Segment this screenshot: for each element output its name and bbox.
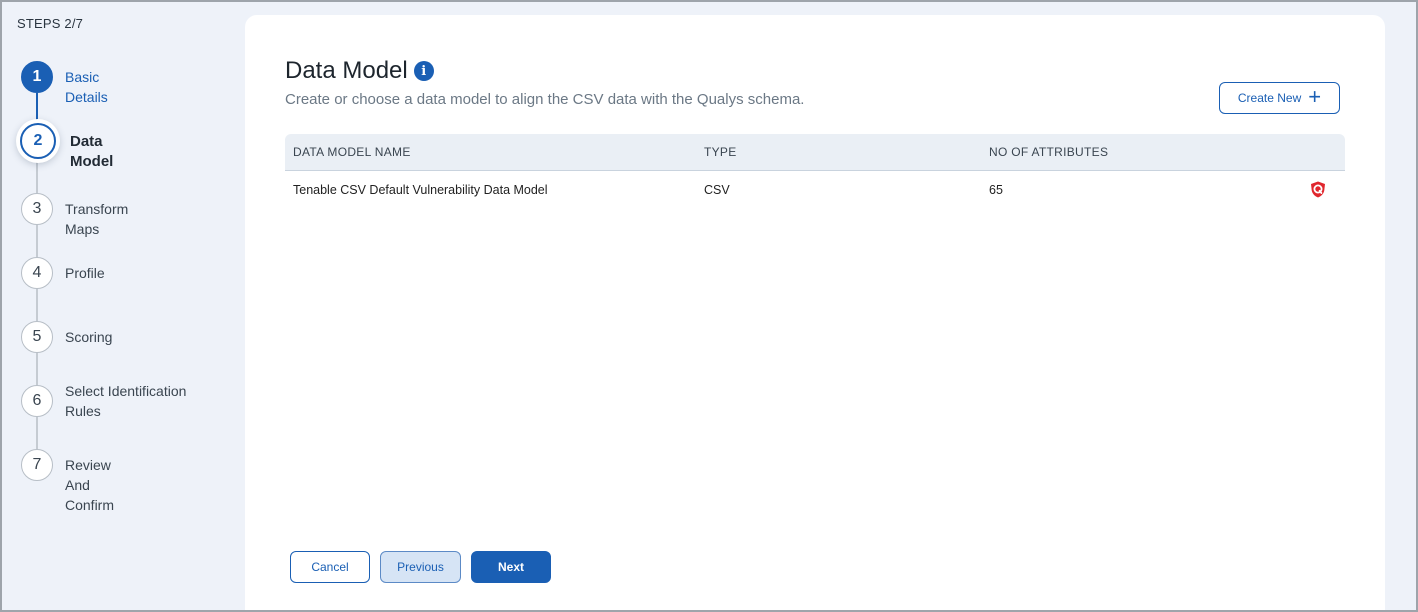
create-new-label: Create New (1237, 91, 1302, 105)
step-connector (36, 353, 38, 385)
step-1-label[interactable]: Basic Details (65, 67, 108, 107)
create-new-button[interactable]: Create New + (1219, 82, 1340, 114)
step-5-indicator[interactable]: 5 (21, 321, 53, 353)
step-2-indicator[interactable]: 2 (20, 123, 56, 159)
step-3-label[interactable]: Transform Maps (65, 199, 128, 239)
plus-icon: + (1308, 84, 1322, 109)
steps-counter: STEPS 2/7 (17, 16, 84, 31)
page-title: Data Model i (285, 57, 434, 85)
step-connector (36, 289, 38, 321)
cell-data-model-name: Tenable CSV Default Vulnerability Data M… (293, 183, 548, 197)
step-6-indicator[interactable]: 6 (21, 385, 53, 417)
step-connector (36, 417, 38, 449)
table-row[interactable]: Tenable CSV Default Vulnerability Data M… (285, 171, 1345, 209)
cancel-button[interactable]: Cancel (290, 551, 370, 583)
step-connector (36, 160, 38, 193)
info-icon[interactable]: i (413, 61, 434, 81)
step-2-label[interactable]: Data Model (70, 132, 113, 172)
step-connector (36, 225, 38, 257)
previous-button[interactable]: Previous (380, 551, 461, 583)
wizard-footer: Cancel Previous Next (290, 551, 551, 583)
step-7-indicator[interactable]: 7 (21, 449, 53, 481)
cell-type: CSV (704, 183, 730, 197)
step-connector (36, 93, 38, 123)
step-4-indicator[interactable]: 4 (21, 257, 53, 289)
page-subtitle: Create or choose a data model to align t… (285, 91, 805, 108)
page-title-text: Data Model (285, 57, 408, 84)
column-header-type[interactable]: TYPE (704, 145, 737, 159)
column-header-attributes[interactable]: NO OF ATTRIBUTES (989, 145, 1108, 159)
step-5-label[interactable]: Scoring (65, 327, 112, 347)
step-6-label[interactable]: Select Identification Rules (65, 381, 205, 421)
step-7-label[interactable]: Review And Confirm (65, 455, 114, 515)
table-header: DATA MODEL NAME TYPE NO OF ATTRIBUTES (285, 134, 1345, 171)
step-1-indicator[interactable]: 1 (21, 61, 53, 93)
next-button[interactable]: Next (471, 551, 551, 583)
qualys-shield-icon (1311, 181, 1325, 198)
main-panel: Data Model i Create or choose a data mod… (245, 15, 1385, 612)
cell-attributes: 65 (989, 183, 1003, 197)
step-3-indicator[interactable]: 3 (21, 193, 53, 225)
data-model-table: DATA MODEL NAME TYPE NO OF ATTRIBUTES Te… (285, 134, 1345, 209)
step-4-label[interactable]: Profile (65, 263, 105, 283)
column-header-name[interactable]: DATA MODEL NAME (293, 145, 411, 159)
